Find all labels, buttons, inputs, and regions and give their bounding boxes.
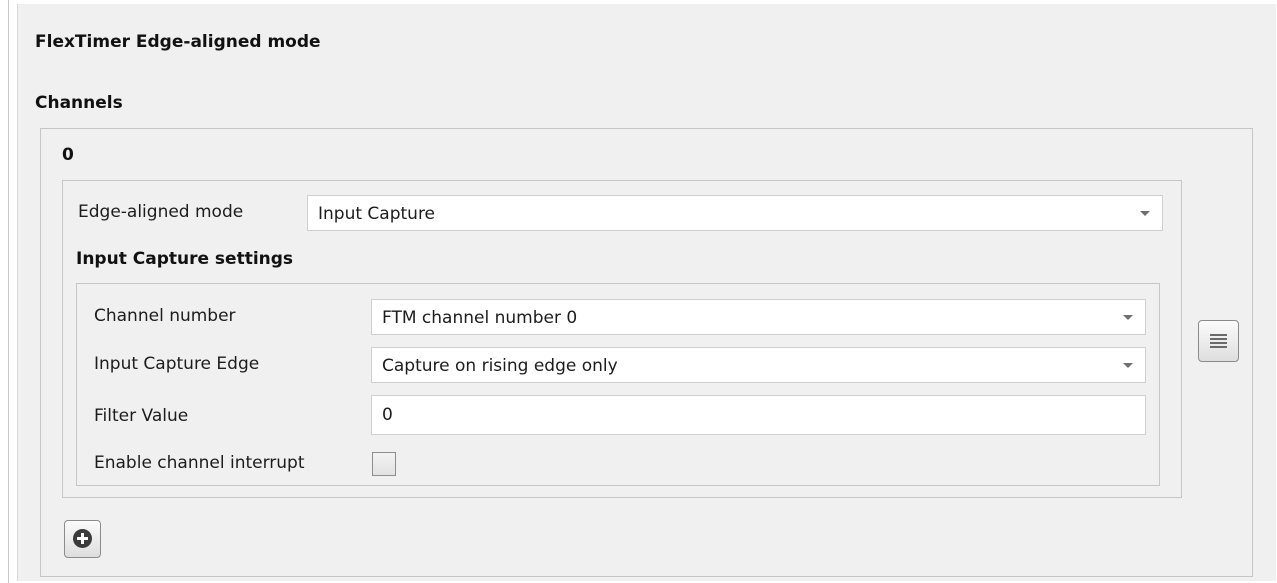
edge-aligned-mode-label: Edge-aligned mode [78,202,244,222]
channel-index-label: 0 [62,145,74,165]
filter-value-label: Filter Value [94,406,189,426]
add-channel-button[interactable] [64,520,101,558]
edge-aligned-mode-select[interactable]: Input Capture [307,195,1163,231]
menu-icon [1210,334,1227,348]
chevron-down-icon[interactable] [1111,348,1145,382]
left-divider [8,0,9,583]
filter-value-input[interactable] [371,395,1146,435]
input-capture-settings-title: Input Capture settings [76,249,294,269]
enable-channel-interrupt-label: Enable channel interrupt [94,453,305,473]
input-capture-edge-label: Input Capture Edge [94,354,260,374]
channel-number-value: FTM channel number 0 [382,308,578,328]
panel-title: FlexTimer Edge-aligned mode [35,32,321,52]
channel-number-label: Channel number [94,306,236,326]
input-capture-edge-select[interactable]: Capture on rising edge only [371,347,1146,383]
chevron-down-icon[interactable] [1128,196,1162,230]
chevron-down-icon[interactable] [1111,300,1145,334]
edge-aligned-mode-value: Input Capture [318,204,436,224]
enable-channel-interrupt-checkbox[interactable] [372,452,396,476]
channel-options-button[interactable] [1198,320,1239,362]
plus-circle-icon [73,529,92,548]
input-capture-edge-value: Capture on rising edge only [382,356,618,376]
channel-number-select[interactable]: FTM channel number 0 [371,299,1146,335]
channels-title: Channels [35,93,123,113]
